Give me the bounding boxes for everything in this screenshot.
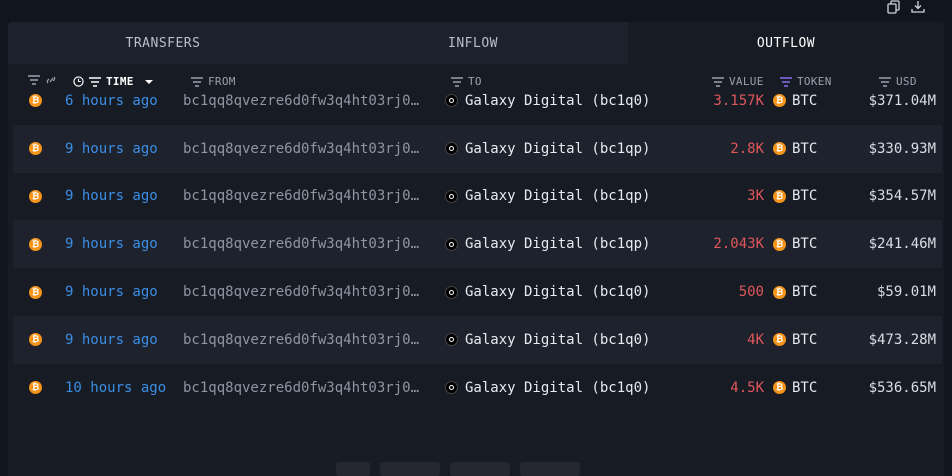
time-link[interactable]: 9 hours ago <box>65 125 158 173</box>
galaxy-digital-icon <box>445 94 458 108</box>
table-row[interactable]: ₿ 9 hours ago bc1qq8qvezre6d0fw3q4ht03rj… <box>13 173 942 221</box>
bitcoin-icon: ₿ <box>29 333 42 347</box>
galaxy-digital-icon <box>445 333 458 347</box>
transfer-list: ₿ 6 hours ago bc1qq8qvezre6d0fw3q4ht03rj… <box>13 77 942 412</box>
bitcoin-icon: ₿ <box>29 237 42 251</box>
bitcoin-icon: ₿ <box>773 333 786 347</box>
usd-value: $536.65M <box>868 379 936 396</box>
usd-value: $330.93M <box>868 140 936 157</box>
to-label: Galaxy Digital (bc1q0) <box>465 284 651 301</box>
galaxy-digital-icon <box>445 285 458 299</box>
time-link[interactable]: 9 hours ago <box>65 220 158 268</box>
to-entity[interactable]: Galaxy Digital (bc1qp) <box>445 220 650 268</box>
time-link[interactable]: 10 hours ago <box>65 364 166 412</box>
bitcoin-icon: ₿ <box>29 189 42 203</box>
to-entity[interactable]: Galaxy Digital (bc1qp) <box>445 173 650 221</box>
value: 3.157K <box>713 92 764 109</box>
copy-icon[interactable] <box>886 0 902 14</box>
token-label: BTC <box>792 379 818 396</box>
value: 4.5K <box>730 379 764 396</box>
token[interactable]: ₿ BTC <box>773 173 817 221</box>
to-entity[interactable]: Galaxy Digital (bc1q0) <box>445 268 650 316</box>
top-actions <box>886 0 926 14</box>
from-address[interactable]: bc1qq8qvezre6d0fw3q4ht03rj0… <box>183 125 429 173</box>
token-label: BTC <box>792 331 818 348</box>
token[interactable]: ₿ BTC <box>773 364 817 412</box>
bitcoin-icon: ₿ <box>29 381 42 395</box>
token-label: BTC <box>792 188 818 205</box>
token[interactable]: ₿ BTC <box>773 268 817 316</box>
value: 4K <box>747 331 764 348</box>
usd-value: $354.57M <box>868 188 936 205</box>
galaxy-digital-icon <box>445 237 458 251</box>
from-address[interactable]: bc1qq8qvezre6d0fw3q4ht03rj0… <box>183 268 429 316</box>
usd-value: $59.01M <box>876 284 936 301</box>
watermark-logo <box>336 462 616 476</box>
tab-outflow[interactable]: OUTFLOW <box>628 22 944 64</box>
bitcoin-icon: ₿ <box>29 94 42 108</box>
value: 2.043K <box>713 236 764 253</box>
to-label: Galaxy Digital (bc1q0) <box>465 379 651 396</box>
time-link[interactable]: 6 hours ago <box>65 77 158 125</box>
from-address[interactable]: bc1qq8qvezre6d0fw3q4ht03rj0… <box>183 316 429 364</box>
to-entity[interactable]: Galaxy Digital (bc1qp) <box>445 125 650 173</box>
token-label: BTC <box>792 284 818 301</box>
time-link[interactable]: 9 hours ago <box>65 268 158 316</box>
bitcoin-icon: ₿ <box>773 189 786 203</box>
bitcoin-icon: ₿ <box>29 285 42 299</box>
download-icon[interactable] <box>910 0 926 14</box>
to-label: Galaxy Digital (bc1qp) <box>465 140 651 157</box>
table-row[interactable]: ₿ 9 hours ago bc1qq8qvezre6d0fw3q4ht03rj… <box>13 124 942 173</box>
galaxy-digital-icon <box>445 142 458 156</box>
token[interactable]: ₿ BTC <box>773 125 817 173</box>
from-address[interactable]: bc1qq8qvezre6d0fw3q4ht03rj0… <box>183 220 429 268</box>
value: 500 <box>738 284 764 301</box>
to-label: Galaxy Digital (bc1qp) <box>465 188 651 205</box>
bitcoin-icon: ₿ <box>773 94 786 108</box>
tab-transfers[interactable]: TRANSFERS <box>8 22 318 64</box>
bitcoin-icon: ₿ <box>773 237 786 251</box>
token[interactable]: ₿ BTC <box>773 316 817 364</box>
usd-value: $241.46M <box>868 236 936 253</box>
table-row[interactable]: ₿ 10 hours ago bc1qq8qvezre6d0fw3q4ht03r… <box>13 364 942 412</box>
galaxy-digital-icon <box>445 189 458 203</box>
value: 3K <box>747 188 764 205</box>
bitcoin-icon: ₿ <box>29 142 42 156</box>
usd-value: $371.04M <box>868 92 936 109</box>
time-link[interactable]: 9 hours ago <box>65 316 158 364</box>
token[interactable]: ₿ BTC <box>773 77 817 125</box>
to-entity[interactable]: Galaxy Digital (bc1q0) <box>445 316 650 364</box>
tab-inflow[interactable]: INFLOW <box>318 22 628 64</box>
bitcoin-icon: ₿ <box>773 381 786 395</box>
table-row[interactable]: ₿ 9 hours ago bc1qq8qvezre6d0fw3q4ht03rj… <box>13 220 942 269</box>
from-address[interactable]: bc1qq8qvezre6d0fw3q4ht03rj0… <box>183 77 429 125</box>
from-address[interactable]: bc1qq8qvezre6d0fw3q4ht03rj0… <box>183 364 429 412</box>
to-label: Galaxy Digital (bc1q0) <box>465 92 651 109</box>
bitcoin-icon: ₿ <box>773 142 786 156</box>
to-entity[interactable]: Galaxy Digital (bc1q0) <box>445 77 650 125</box>
token[interactable]: ₿ BTC <box>773 220 817 268</box>
table-row[interactable]: ₿ 9 hours ago bc1qq8qvezre6d0fw3q4ht03rj… <box>13 268 942 316</box>
token-label: BTC <box>792 140 818 157</box>
to-label: Galaxy Digital (bc1q0) <box>465 331 651 348</box>
token-label: BTC <box>792 236 818 253</box>
value: 2.8K <box>730 140 764 157</box>
table-row[interactable]: ₿ 6 hours ago bc1qq8qvezre6d0fw3q4ht03rj… <box>13 77 942 125</box>
usd-value: $473.28M <box>868 331 936 348</box>
galaxy-digital-icon <box>445 381 458 395</box>
flow-tabs: TRANSFERS INFLOW OUTFLOW <box>8 22 944 64</box>
time-link[interactable]: 9 hours ago <box>65 173 158 221</box>
from-address[interactable]: bc1qq8qvezre6d0fw3q4ht03rj0… <box>183 173 429 221</box>
bitcoin-icon: ₿ <box>773 285 786 299</box>
token-label: BTC <box>792 92 818 109</box>
table-row[interactable]: ₿ 9 hours ago bc1qq8qvezre6d0fw3q4ht03rj… <box>13 315 942 364</box>
to-label: Galaxy Digital (bc1qp) <box>465 236 651 253</box>
to-entity[interactable]: Galaxy Digital (bc1q0) <box>445 364 650 412</box>
